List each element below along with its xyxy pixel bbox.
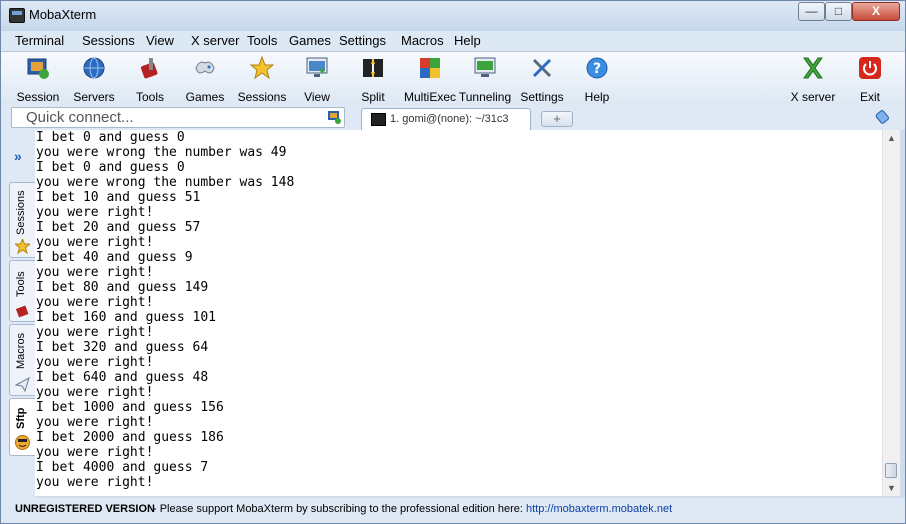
side-tab-sessions[interactable]: Sessions (9, 182, 35, 258)
globe-icon (82, 56, 106, 80)
menu-games[interactable]: Games (289, 33, 331, 48)
wrench-screwdriver-icon (530, 56, 554, 80)
x-server-icon (801, 56, 825, 80)
menu-macros[interactable]: Macros (401, 33, 444, 48)
toolbar: Session Servers Tools Games Sessions Vie… (1, 52, 905, 104)
maximize-button[interactable]: □ (825, 2, 852, 21)
session-button[interactable]: Session (11, 54, 65, 104)
toolbox-icon (138, 56, 162, 80)
unregistered-label: UNREGISTERED VERSION (15, 503, 155, 515)
quick-connect-box (11, 107, 345, 128)
terminal-line: I bet 320 and guess 64 (36, 340, 209, 355)
svg-text:?: ? (593, 61, 601, 77)
terminal-line: you were right! (36, 415, 154, 430)
tab-terminal-1[interactable]: 1. gomi@(none): ~/31c3 (361, 108, 531, 130)
multiexec-icon (418, 56, 442, 80)
quick-connect-input[interactable] (12, 108, 331, 127)
website-link[interactable]: http://mobaxterm.mobatek.net (526, 499, 672, 519)
x-server-button[interactable]: X server (786, 54, 840, 104)
tools-button[interactable]: Tools (123, 54, 177, 104)
mobaxterm-window: MobaXterm — □ X Terminal Sessions View X… (0, 0, 906, 524)
terminal-line: I bet 0 and guess 0 (36, 160, 185, 175)
session-icon (26, 56, 50, 80)
scroll-thumb[interactable] (885, 463, 897, 478)
menu-x-server[interactable]: X server (191, 33, 239, 48)
window-title: MobaXterm (29, 7, 97, 22)
terminal-line: I bet 10 and guess 51 (36, 190, 201, 205)
status-bar: UNREGISTERED VERSION - Please support Mo… (1, 498, 905, 523)
terminal-line: you were right! (36, 355, 154, 370)
support-message: - Please support MobaXterm by subscribin… (153, 503, 523, 515)
expand-sidebar-icon[interactable]: » (14, 148, 22, 164)
scroll-down-arrow-icon[interactable]: ▼ (887, 483, 896, 493)
menu-settings[interactable]: Settings (339, 33, 386, 48)
side-tab-macros[interactable]: Macros (9, 324, 35, 396)
paper-plane-icon (14, 376, 30, 393)
terminal-line: I bet 4000 and guess 7 (36, 460, 209, 475)
servers-button[interactable]: Servers (67, 54, 121, 104)
terminal-line: I bet 20 and guess 57 (36, 220, 201, 235)
terminal-scrollbar[interactable]: ▲ ▼ (882, 130, 900, 496)
terminal-line: you were right! (36, 235, 154, 250)
games-button[interactable]: Games (178, 54, 232, 104)
new-tab-button[interactable]: + (541, 111, 573, 127)
terminal-line: you were right! (36, 445, 154, 460)
terminal-line: I bet 160 and guess 101 (36, 310, 217, 325)
close-button[interactable]: X (852, 2, 900, 21)
menu-sessions[interactable]: Sessions (82, 33, 135, 48)
pin-icon[interactable] (873, 108, 893, 126)
terminal-line: you were right! (36, 325, 154, 340)
terminal-line: you were wrong the number was 148 (36, 175, 295, 190)
monitor-icon (305, 56, 329, 80)
terminal-line: I bet 640 and guess 48 (36, 370, 209, 385)
multiexec-button[interactable]: MultiExec (403, 54, 457, 104)
terminal-line: you were right! (36, 475, 154, 490)
settings-button[interactable]: Settings (515, 54, 569, 104)
star-icon (249, 55, 275, 80)
terminal-line: you were wrong the number was 49 (36, 145, 287, 160)
help-button[interactable]: ? Help (570, 54, 624, 104)
side-tab-sftp[interactable]: Sftp (9, 398, 35, 456)
scroll-up-arrow-icon[interactable]: ▲ (887, 133, 896, 143)
terminal-line: I bet 0 and guess 0 (36, 130, 185, 145)
toolbox-icon (15, 303, 30, 318)
star-icon (13, 237, 32, 255)
menu-terminal[interactable]: Terminal (15, 33, 64, 48)
split-button[interactable]: Split (346, 54, 400, 104)
split-icon (361, 56, 385, 80)
left-side-panel: » Sessions Tools Macros Sftp (1, 130, 35, 498)
terminal-output[interactable]: I bet 0 and guess 0 you were wrong the n… (35, 130, 882, 496)
side-tab-tools[interactable]: Tools (9, 260, 35, 322)
sessions-button[interactable]: Sessions (235, 54, 289, 104)
help-icon: ? (585, 56, 609, 80)
menu-view[interactable]: View (146, 33, 174, 48)
terminal-line: I bet 2000 and guess 186 (36, 430, 224, 445)
terminal-line: you were right! (36, 265, 154, 280)
quick-connect-session-icon[interactable] (327, 110, 341, 124)
terminal-line: I bet 1000 and guess 156 (36, 400, 224, 415)
terminal-line: you were right! (36, 205, 154, 220)
mobaxterm-app-icon (9, 8, 25, 23)
terminal-line: I bet 40 and guess 9 (36, 250, 193, 265)
menu-tools[interactable]: Tools (247, 33, 277, 48)
tunnel-icon (473, 56, 497, 80)
terminal-line: I bet 80 and guess 149 (36, 280, 209, 295)
terminal-line: you were right! (36, 295, 154, 310)
tunneling-button[interactable]: Tunneling (458, 54, 512, 104)
menu-help[interactable]: Help (454, 33, 481, 48)
minimize-button[interactable]: — (798, 2, 825, 21)
smiley-icon (15, 435, 30, 450)
gamepad-icon (193, 56, 217, 80)
view-button[interactable]: View (290, 54, 344, 104)
menu-bar: Terminal Sessions View X server Tools Ga… (1, 31, 905, 52)
title-bar[interactable]: MobaXterm — □ X (1, 1, 905, 31)
terminal-line: you were right! (36, 385, 154, 400)
exit-button[interactable]: Exit (843, 54, 897, 104)
power-icon (858, 56, 882, 80)
terminal-icon (371, 113, 386, 126)
tab-row: 1. gomi@(none): ~/31c3 + (1, 104, 905, 130)
